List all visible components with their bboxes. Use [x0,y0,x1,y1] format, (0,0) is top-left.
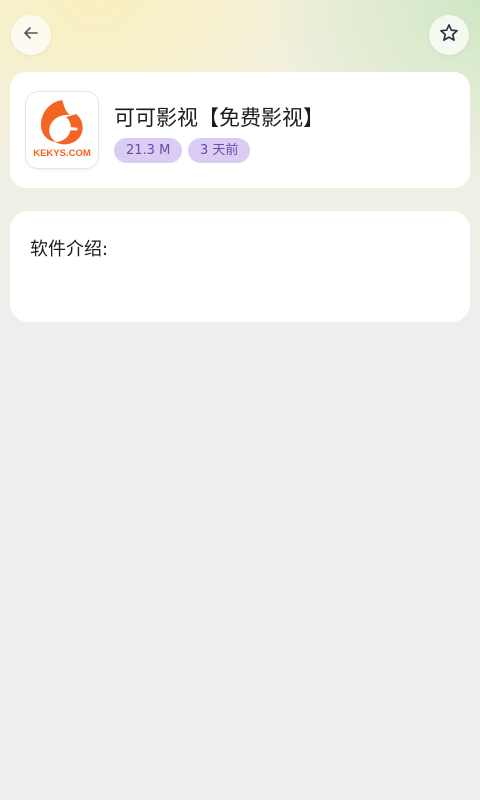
description-card: 软件介绍: [10,211,470,322]
app-icon-text: KEKYS.COM [33,148,91,159]
favorite-button[interactable] [429,15,469,55]
app-name: 可可影视【免费影视】 [114,106,324,130]
arrow-left-icon [21,23,41,47]
star-outline-icon [438,22,460,48]
app-info-card: KEKYS.COM 可可影视【免费影视】 21.3 M 3 天前 [10,72,470,188]
app-updated-badge: 3 天前 [188,138,251,163]
description-label: 软件介绍: [30,239,109,260]
app-icon[interactable]: KEKYS.COM [26,92,98,168]
back-button[interactable] [11,15,51,55]
app-size-badge: 21.3 M [114,138,183,163]
